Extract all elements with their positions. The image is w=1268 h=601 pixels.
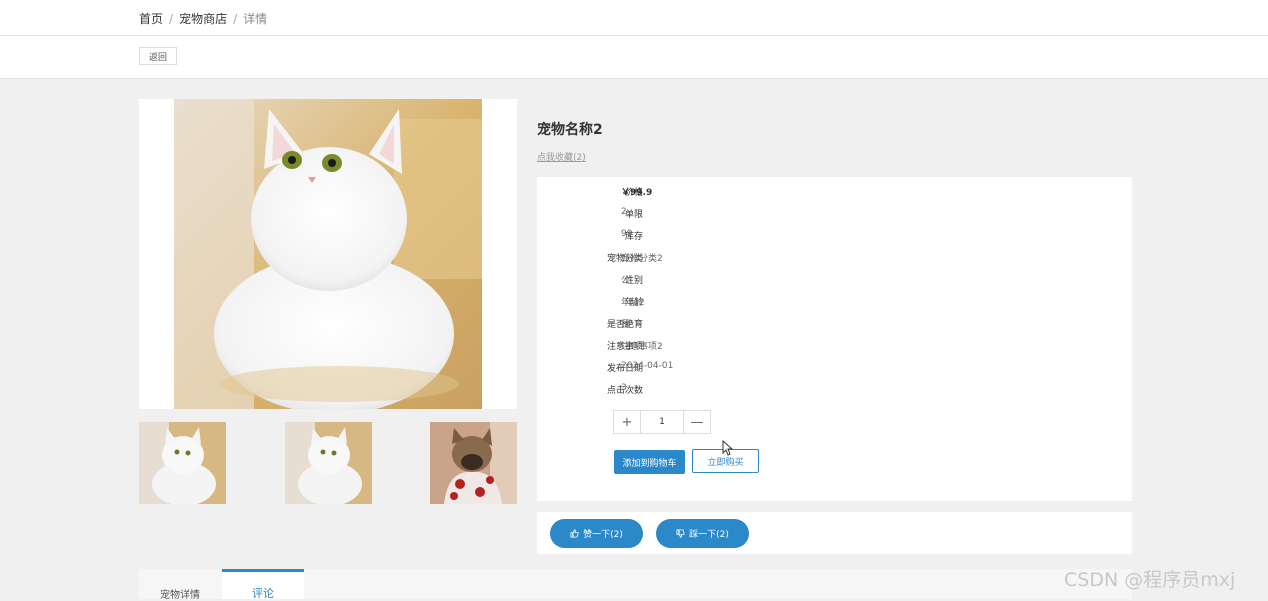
- top-bar: 首页 / 宠物商店 / 详情: [0, 0, 1268, 36]
- info-row-gender: 性别 公: [537, 270, 1132, 286]
- info-panel: 价格 ￥99.9 单限 2 库存 99 宠物分类 宠物分类2 性别 公 年龄 年…: [537, 177, 1132, 501]
- detail-tabs: 宠物详情 评论: [139, 569, 1132, 601]
- info-value: 年龄2: [621, 298, 645, 308]
- action-bar: 返回: [0, 36, 1268, 79]
- info-row-age: 年龄 年龄2: [537, 292, 1132, 308]
- thumbnail-1[interactable]: [139, 422, 226, 504]
- decrement-button[interactable]: —: [684, 411, 710, 433]
- info-value: 2024-04-01: [621, 361, 674, 371]
- increment-button[interactable]: +: [614, 411, 640, 433]
- like-button[interactable]: 赞一下(2): [550, 519, 643, 548]
- favorite-link[interactable]: 点我收藏(2): [537, 150, 586, 163]
- vote-panel: 赞一下(2) 踩一下(2): [537, 512, 1132, 554]
- thumbnail-2[interactable]: [285, 422, 372, 504]
- breadcrumb: 首页 / 宠物商店 / 详情: [139, 10, 267, 27]
- main-pet-image: [174, 99, 482, 409]
- dislike-label: 踩一下(2): [689, 530, 729, 540]
- info-row-category: 宠物分类 宠物分类2: [537, 248, 1132, 264]
- tab-comment[interactable]: 评论: [222, 569, 304, 600]
- breadcrumb-current: 详情: [243, 12, 268, 26]
- info-row-publish-date: 发布日期 2024-04-01: [537, 358, 1132, 374]
- info-value: 是: [621, 320, 631, 330]
- breadcrumb-separator: /: [233, 12, 238, 26]
- quantity-input[interactable]: 1: [640, 411, 684, 433]
- mouse-cursor-icon: [722, 440, 734, 456]
- info-row-price: 价格 ￥99.9: [537, 182, 1132, 198]
- info-value: ￥99.9: [621, 188, 653, 198]
- info-row-notes: 注意事项 注意事项2: [537, 336, 1132, 352]
- info-row-stock: 库存 99: [537, 226, 1132, 242]
- info-row-limit: 单限 2: [537, 204, 1132, 220]
- thumbs-down-icon: [676, 529, 685, 538]
- info-value: 公: [621, 276, 631, 286]
- dislike-button[interactable]: 踩一下(2): [656, 519, 749, 548]
- info-value: 99: [621, 229, 633, 239]
- pet-name: 宠物名称2: [537, 122, 603, 138]
- thumbs-up-icon: [570, 529, 579, 538]
- info-value: 2: [621, 207, 627, 217]
- breadcrumb-home[interactable]: 首页: [139, 12, 163, 26]
- info-row-neutered: 是否绝育 是: [537, 314, 1132, 330]
- back-button[interactable]: 返回: [139, 47, 177, 65]
- quantity-stepper: + 1 —: [613, 410, 711, 434]
- like-label: 赞一下(2): [583, 530, 623, 540]
- info-value: 3: [621, 383, 627, 393]
- add-to-cart-button[interactable]: 添加到购物车: [614, 450, 685, 474]
- tab-pet-detail[interactable]: 宠物详情: [139, 569, 221, 601]
- breadcrumb-shop[interactable]: 宠物商店: [179, 12, 227, 26]
- info-label: 单限: [624, 210, 643, 220]
- info-value: 宠物分类2: [621, 254, 663, 264]
- info-row-clicks: 点击次数 3: [537, 380, 1132, 396]
- watermark: CSDN @程序员mxj: [1064, 569, 1236, 591]
- breadcrumb-separator: /: [169, 12, 174, 26]
- thumbnail-3[interactable]: [430, 422, 517, 504]
- info-value: 注意事项2: [621, 342, 663, 352]
- main-image-container: [139, 99, 517, 409]
